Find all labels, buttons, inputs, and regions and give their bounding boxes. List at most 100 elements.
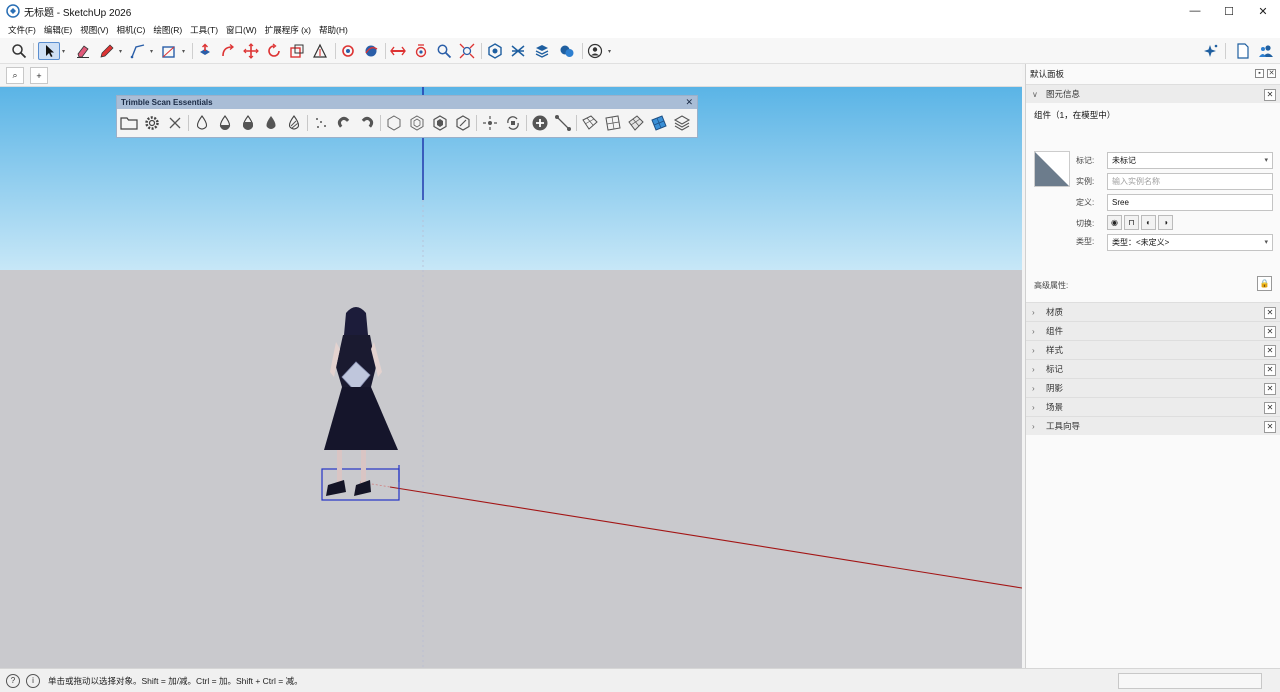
search-icon[interactable]: [10, 42, 28, 60]
menu-camera[interactable]: 相机(C): [113, 24, 150, 36]
menu-draw[interactable]: 绘图(R): [149, 24, 186, 36]
menu-view[interactable]: 视图(V): [76, 24, 112, 36]
lock-attributes-icon[interactable]: 🔒: [1257, 276, 1272, 291]
section-instructor[interactable]: › 工具向导 ✕: [1026, 416, 1280, 435]
paint-bucket-icon[interactable]: [339, 42, 357, 60]
orbit-icon[interactable]: [362, 42, 380, 60]
account-icon[interactable]: [586, 42, 604, 60]
section-tags[interactable]: › 标记 ✕: [1026, 359, 1280, 378]
instance-name-input[interactable]: 输入实例名称: [1107, 173, 1273, 190]
scale-icon[interactable]: [288, 42, 306, 60]
cast-shadow-icon[interactable]: ◐: [1141, 215, 1156, 230]
drop-striped-icon[interactable]: [284, 113, 304, 133]
section-close-button[interactable]: ✕: [1264, 383, 1276, 395]
menu-file[interactable]: 文件(F): [4, 24, 40, 36]
pencil-icon[interactable]: [98, 42, 116, 60]
hexagon-slash-icon[interactable]: [453, 113, 473, 133]
line-icon[interactable]: [129, 42, 147, 60]
chevron-down-icon: ▾: [1264, 239, 1268, 246]
sandbox-icon[interactable]: [509, 42, 527, 60]
section-materials[interactable]: › 材质 ✕: [1026, 302, 1280, 321]
section-shadows[interactable]: › 阴影 ✕: [1026, 378, 1280, 397]
warehouse-icon[interactable]: [486, 42, 504, 60]
settings-gear-icon[interactable]: [142, 113, 162, 133]
zoom-extents-icon[interactable]: [458, 42, 476, 60]
close-window-button[interactable]: ✕: [1246, 0, 1280, 22]
folder-icon[interactable]: [119, 113, 139, 133]
magnet-icon[interactable]: [334, 113, 354, 133]
position-camera-icon[interactable]: [412, 42, 430, 60]
minimize-button[interactable]: —: [1178, 0, 1212, 22]
rectangle-icon[interactable]: [160, 42, 178, 60]
hexagon-filled-icon[interactable]: [430, 113, 450, 133]
zoom-icon[interactable]: [435, 42, 453, 60]
mesh-shaded-icon[interactable]: [626, 113, 646, 133]
hexagon-grid-icon[interactable]: [407, 113, 427, 133]
lock-icon[interactable]: ⊓: [1124, 215, 1139, 230]
drop-filled-icon[interactable]: [261, 113, 281, 133]
model-viewport[interactable]: [0, 87, 1022, 668]
info-icon[interactable]: i: [26, 673, 40, 688]
users-icon[interactable]: [1257, 42, 1275, 60]
stack-layers-icon[interactable]: [672, 113, 692, 133]
tape-measure-icon[interactable]: [311, 42, 329, 60]
eraser-icon[interactable]: [74, 42, 92, 60]
menu-edit[interactable]: 编辑(E): [40, 24, 76, 36]
section-close-button[interactable]: ✕: [1264, 402, 1276, 414]
rotate-icon[interactable]: [265, 42, 283, 60]
type-select[interactable]: 类型：<未定义> ▾: [1107, 234, 1273, 251]
section-close-button[interactable]: ✕: [1264, 364, 1276, 376]
pan-icon[interactable]: [389, 42, 407, 60]
chevron-right-icon: ›: [1032, 421, 1035, 431]
section-close-button[interactable]: ✕: [1264, 345, 1276, 357]
line-segment-icon[interactable]: [553, 113, 573, 133]
search-button[interactable]: ⌕: [6, 67, 24, 84]
add-button[interactable]: +: [30, 67, 48, 84]
section-close-button[interactable]: ✕: [1264, 326, 1276, 338]
add-circle-icon[interactable]: [530, 113, 550, 133]
advanced-attributes-label: 高级属性:: [1034, 281, 1069, 290]
hexagon-outline-icon[interactable]: [384, 113, 404, 133]
section-scenes[interactable]: › 场景 ✕: [1026, 397, 1280, 416]
select-icon[interactable]: [38, 42, 60, 60]
scatter-points-icon[interactable]: [311, 113, 331, 133]
entity-info-close-button[interactable]: ✕: [1264, 89, 1276, 101]
tag-label: 标记:: [1076, 156, 1095, 165]
receive-shadow-icon[interactable]: ◑: [1158, 215, 1173, 230]
ai-sparkle-icon[interactable]: [1202, 42, 1220, 60]
magnet-snap-icon[interactable]: [357, 113, 377, 133]
drop-mostly-filled-icon[interactable]: [238, 113, 258, 133]
section-components[interactable]: › 组件 ✕: [1026, 321, 1280, 340]
drop-half-icon[interactable]: [215, 113, 235, 133]
menu-help[interactable]: 帮助(H): [315, 24, 352, 36]
mesh-dense-icon[interactable]: [603, 113, 623, 133]
snap-points-icon[interactable]: [480, 113, 500, 133]
section-styles[interactable]: › 样式 ✕: [1026, 340, 1280, 359]
cycle-icon[interactable]: [503, 113, 523, 133]
entity-info-header[interactable]: ∨ 图元信息 ✕: [1026, 84, 1280, 103]
section-close-button[interactable]: ✕: [1264, 421, 1276, 433]
measurements-box[interactable]: [1118, 673, 1262, 689]
mesh-blue-icon[interactable]: [649, 113, 669, 133]
chat-icon[interactable]: [558, 42, 576, 60]
follow-me-icon[interactable]: [219, 42, 237, 60]
push-pull-icon[interactable]: [196, 42, 214, 60]
floating-toolbar-close-button[interactable]: ✕: [685, 96, 693, 109]
menu-window[interactable]: 窗口(W): [222, 24, 261, 36]
layers-icon[interactable]: [533, 42, 551, 60]
help-icon[interactable]: ?: [6, 673, 20, 688]
mesh-icon[interactable]: [580, 113, 600, 133]
new-file-icon[interactable]: [1234, 42, 1252, 60]
tag-select[interactable]: 未标记 ▾: [1107, 152, 1273, 169]
eye-icon[interactable]: ◉: [1107, 215, 1122, 230]
menu-tools[interactable]: 工具(T): [186, 24, 222, 36]
section-close-button[interactable]: ✕: [1264, 307, 1276, 319]
tray-close-button[interactable]: ✕: [1267, 69, 1276, 78]
drop-outline-icon[interactable]: [192, 113, 212, 133]
tray-pin-button[interactable]: ▪: [1255, 69, 1264, 78]
close-x-icon[interactable]: [165, 113, 185, 133]
move-icon[interactable]: [242, 42, 260, 60]
definition-name-input[interactable]: Sree: [1107, 194, 1273, 211]
menu-extensions[interactable]: 扩展程序 (x): [261, 24, 315, 36]
maximize-button[interactable]: ☐: [1212, 0, 1246, 22]
